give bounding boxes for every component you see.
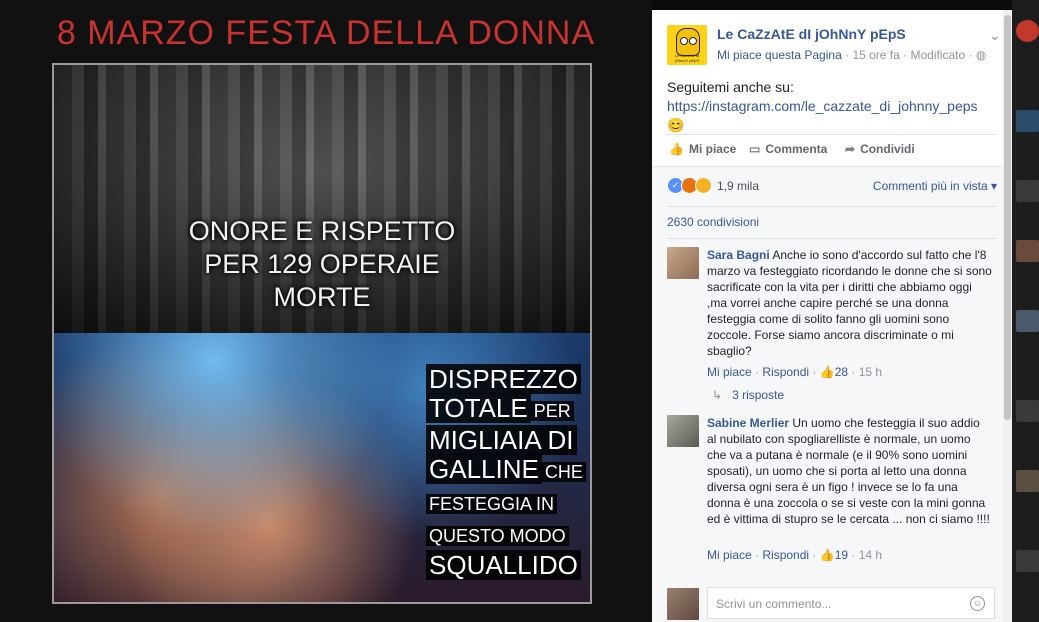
separator-dot: ·	[903, 48, 911, 62]
comment-time[interactable]: 14 h	[859, 548, 882, 562]
post-text-prefix: Seguitemi anche su:	[667, 79, 794, 95]
page-name-link[interactable]: Le CaZzAtE dI jOhNnY pEpS	[717, 26, 957, 42]
comment-like-link[interactable]: Mi piace	[707, 365, 752, 379]
view-replies-link[interactable]: ↳ 3 risposte	[712, 388, 784, 402]
separator-dot: ·	[968, 48, 976, 62]
action-bar: 👍 Mi piace ▭ Commenta ➦ Condividi	[667, 142, 997, 164]
avatar[interactable]	[667, 247, 699, 279]
scrollbar[interactable]	[1003, 10, 1012, 622]
like-button[interactable]: 👍 Mi piace	[669, 142, 736, 156]
divider	[667, 134, 997, 135]
background-thumbnail	[1016, 110, 1039, 132]
comment-button-label: Commenta	[765, 142, 828, 156]
background-page-strip	[1012, 0, 1039, 622]
share-button-label: Condividi	[860, 142, 915, 156]
reply-arrow-icon: ↳	[712, 388, 723, 402]
background-thumbnail	[1016, 180, 1039, 202]
post-image[interactable]: ONORE E RISPETTO PER 129 OPERAIE MORTE D…	[52, 63, 592, 604]
divider	[667, 238, 997, 239]
emoji-icon[interactable]: ☺	[970, 596, 985, 611]
top-caption: ONORE E RISPETTO PER 129 OPERAIE MORTE	[54, 215, 590, 314]
bottom-caption-line: DISPREZZO	[426, 364, 581, 394]
cartoon-face-icon	[676, 28, 700, 56]
chevron-down-icon[interactable]: ⌄	[989, 27, 1001, 44]
bottom-caption-word: CHE	[541, 462, 586, 482]
like-button-label: Mi piace	[688, 142, 737, 156]
comment-author[interactable]: Sara Bagni	[707, 248, 770, 262]
bottom-caption-line: TOTALE	[426, 393, 531, 423]
shares-count-link[interactable]: 2630 condivisioni	[667, 215, 759, 229]
reaction-count: 1,9 mila	[717, 178, 760, 193]
comment-reply-link[interactable]: Rispondi	[762, 548, 809, 562]
comment-button[interactable]: ▭ Commenta	[749, 142, 827, 156]
like-page-link[interactable]: Mi piace questa Pagina	[717, 48, 842, 62]
comment-text: Un uomo che festeggia il suo addio al nu…	[707, 416, 990, 526]
poster-title: 8 MARZO FESTA DELLA DONNA	[56, 14, 596, 52]
smile-emoji-icon: 😊	[667, 117, 685, 133]
replies-count: 3 risposte	[732, 388, 785, 402]
background-avatar	[1016, 20, 1039, 42]
comment-bubble-icon: ▭	[749, 142, 761, 156]
avatar[interactable]	[667, 588, 699, 620]
comment-body: Sara Bagni Anche io sono d'accordo sul f…	[707, 247, 992, 359]
bottom-caption: DISPREZZO TOTALE PER MIGLIAIA DI GALLINE C…	[426, 364, 586, 580]
post-sidebar: Le Cazzate di jOhnnY pEpS Le CaZzAtE dI …	[652, 10, 1012, 622]
thumbs-up-icon: 👍	[819, 548, 835, 562]
bottom-caption-line: FESTEGGIA IN	[426, 494, 558, 514]
reactions-summary[interactable]: ✓ 1,9 mila	[667, 177, 759, 195]
thumbs-up-icon: 👍	[819, 365, 835, 379]
thumbs-up-icon: 👍	[669, 142, 684, 156]
comment-sort-dropdown[interactable]: Commenti più in vista ▾	[872, 179, 997, 193]
background-thumbnail	[1016, 240, 1039, 262]
top-caption-line: ONORE E RISPETTO	[188, 216, 456, 246]
caret-down-icon: ▾	[990, 179, 997, 193]
post-text: Seguitemi anche su: https://instagram.co…	[667, 78, 997, 135]
bottom-caption-line: GALLINE	[426, 454, 542, 484]
logo-tag: Le Cazzate di jOhnnY pEpS	[674, 53, 700, 63]
comment-like-link[interactable]: Mi piace	[707, 548, 752, 562]
comment-input-box[interactable]: ☺	[707, 587, 995, 619]
instagram-link[interactable]: https://instagram.com/le_cazzate_di_john…	[667, 98, 978, 114]
comment-body: Sabine Merlier Un uomo che festeggia il …	[707, 415, 992, 527]
comment-footer: Mi piace · Rispondi · 👍28 · 15 h	[707, 365, 883, 379]
scrollbar-thumb[interactable]	[1004, 15, 1011, 420]
post-time[interactable]: 15 ore fa	[852, 48, 899, 62]
bottom-caption-line: QUESTO MODO	[426, 526, 569, 546]
comment-like-count[interactable]: 19	[835, 548, 848, 562]
comment-time[interactable]: 15 h	[859, 365, 882, 379]
sad-reaction-icon	[695, 177, 712, 194]
post-meta: Mi piace questa Pagina · 15 ore fa · Mod…	[717, 48, 997, 62]
comment-like-count[interactable]: 28	[835, 365, 848, 379]
modified-label[interactable]: Modificato	[911, 48, 966, 62]
comment-text: Anche io sono d'accordo sul fatto che l'…	[707, 248, 992, 358]
background-thumbnail	[1016, 470, 1039, 492]
comment-sort-label: Commenti più in vista	[872, 179, 988, 193]
background-thumbnail	[1016, 550, 1039, 572]
bottom-caption-line: SQUALLIDO	[426, 550, 581, 580]
comment-composer: ☺	[667, 587, 997, 621]
avatar[interactable]	[667, 415, 699, 447]
comment-footer: Mi piace · Rispondi · 👍19 · 14 h	[707, 548, 883, 562]
share-button[interactable]: ➦ Condividi	[845, 142, 915, 156]
top-caption-line: MORTE	[273, 282, 371, 312]
photo-stage: 8 MARZO FESTA DELLA DONNA ONORE E RISPET…	[0, 0, 652, 622]
divider	[667, 206, 997, 207]
comment-author[interactable]: Sabine Merlier	[707, 416, 789, 430]
top-caption-line: PER 129 OPERAIE	[204, 249, 440, 279]
comment-input[interactable]	[714, 589, 968, 619]
background-thumbnail	[1016, 310, 1039, 332]
share-arrow-icon: ➦	[845, 142, 856, 156]
comments-area: ✓ 1,9 mila Commenti più in vista ▾ 2630 c…	[652, 166, 1003, 622]
background-thumbnail	[1016, 400, 1039, 422]
bottom-caption-word: PER	[530, 401, 574, 421]
globe-icon: ◍	[975, 48, 987, 62]
comment-reply-link[interactable]: Rispondi	[762, 365, 809, 379]
bottom-caption-line: MIGLIAIA DI	[426, 425, 577, 455]
page-avatar[interactable]: Le Cazzate di jOhnnY pEpS	[667, 25, 707, 65]
